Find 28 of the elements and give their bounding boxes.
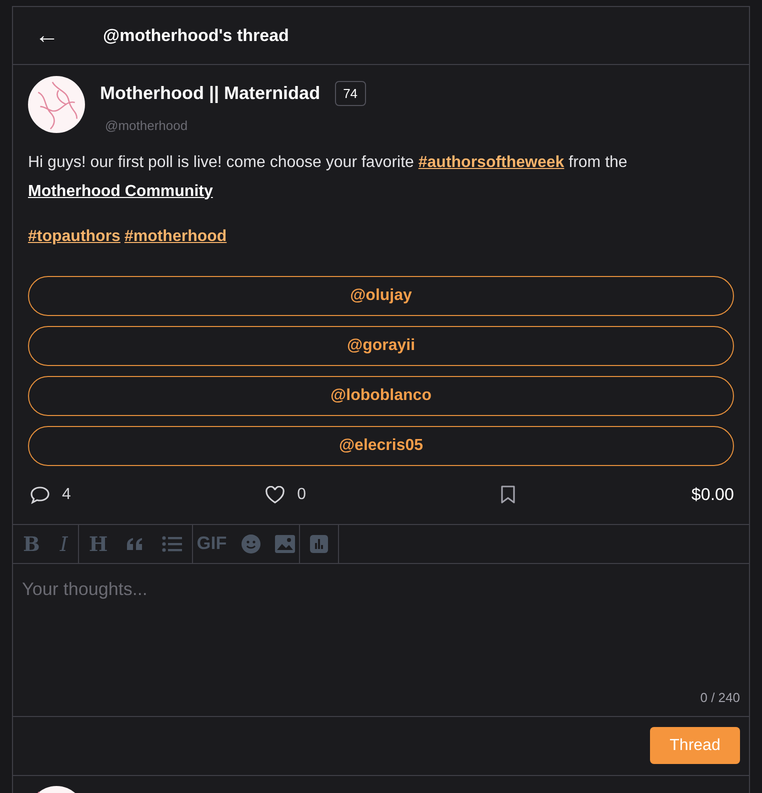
chart-icon[interactable] [310, 534, 328, 552]
list-icon[interactable] [162, 536, 182, 552]
character-counter: 0 / 240 [700, 689, 740, 707]
emoji-icon[interactable] [240, 534, 261, 554]
post-text: Hi guys! our first poll is live! come choose your favorite #authorsoftheweek from the Motherhood Community [28, 152, 628, 202]
reply-field[interactable]: Your thoughts... [22, 576, 740, 688]
community-link[interactable]: Motherhood Community [28, 182, 213, 200]
poll-option[interactable]: @gorayii [28, 326, 734, 366]
comment-count: 4 [62, 484, 71, 504]
bookmark-icon[interactable] [500, 485, 516, 504]
thread-title: @motherhood's thread [103, 24, 289, 47]
hashtag-link[interactable]: #motherhood [124, 224, 227, 248]
image-icon[interactable] [274, 534, 295, 552]
poll-option[interactable]: @olujay [28, 276, 734, 316]
author-name[interactable]: Motherhood || Maternidad [100, 80, 320, 107]
heart-icon[interactable] [265, 486, 286, 504]
level-badge: 74 [335, 80, 366, 106]
tip-amount: $0.00 [691, 484, 734, 506]
hashtag-link[interactable]: #topauthors [28, 224, 120, 248]
quote-icon[interactable] [126, 536, 144, 550]
like-count: 0 [297, 484, 306, 504]
poll-option[interactable]: @loboblanco [28, 376, 734, 416]
comment-icon[interactable] [30, 486, 50, 504]
poll-option[interactable]: @elecris05 [28, 426, 734, 466]
back-button[interactable]: ← [35, 24, 59, 48]
hashtag-link[interactable]: #authorsoftheweek [418, 154, 564, 170]
avatar-icon [28, 76, 85, 133]
author-handle: @motherhood [105, 117, 189, 135]
